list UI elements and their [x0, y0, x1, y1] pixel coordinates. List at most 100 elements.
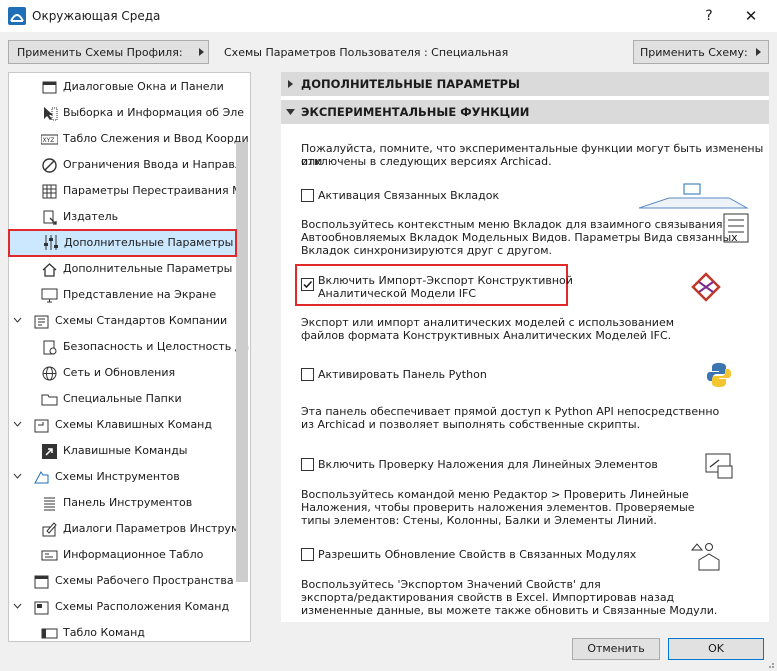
rebuild-grid-icon — [42, 184, 57, 199]
python-panel-desc-2: из Archicad и позволяет выполнять собств… — [301, 418, 641, 431]
ifc-analytical-label-2: Аналитической Модели IFC — [318, 287, 477, 300]
tool-schemes-icon — [34, 471, 49, 484]
ifc-structural-icon — [691, 272, 721, 302]
section-header-more-options[interactable]: ДОПОЛНИТЕЛЬНЫЕ ПАРАМЕТРЫ — [281, 72, 769, 96]
ok-button[interactable]: OK — [668, 638, 764, 660]
overlap-check-label: Включить Проверку Наложения для Линейных… — [318, 458, 658, 471]
tree-item-label: Панель Инструментов — [63, 496, 193, 509]
company-schemes-icon — [34, 315, 49, 329]
resize-grip-icon[interactable] — [766, 660, 775, 669]
security-document-icon — [43, 340, 57, 355]
house-options-icon — [42, 263, 57, 277]
property-update-desc-1: Воспользуйтесь 'Экспортом Значений Свойс… — [301, 578, 601, 591]
python-panel-checkbox[interactable] — [301, 368, 314, 381]
ifc-analytical-checkbox[interactable] — [301, 278, 314, 291]
overlap-check-desc-3: типы элементов: Стены, Колонны, Балки и … — [301, 514, 657, 527]
tree-scrollbar-thumb[interactable] — [236, 142, 248, 582]
monitor-icon — [41, 288, 58, 303]
dialog-window-icon — [42, 81, 57, 94]
keyboard-schemes-icon — [34, 419, 49, 433]
tree-item-label: Табло Команд — [63, 626, 145, 639]
property-update-checkbox[interactable] — [301, 548, 314, 561]
ifc-analytical-desc-2: файлов формата Конструктивных Аналитичес… — [301, 329, 672, 342]
linked-tabs-desc-2: Автообновляемых Вкладок Модельных Видов.… — [301, 231, 738, 244]
settings-content-pane: ДОПОЛНИТЕЛЬНЫЕ ПАРАМЕТРЫ ЭКСПЕРИМЕНТАЛЬН… — [281, 72, 769, 622]
tree-item-label: Схемы Рабочего Пространства — [55, 574, 234, 587]
settings-tree[interactable]: Диалоговые Окна и Панели Выборка и Инфор… — [8, 72, 251, 642]
tree-item-label: Схемы Инструментов — [55, 470, 180, 483]
tree-item-more-options-selected[interactable]: Дополнительные Параметры — [8, 229, 237, 257]
tree-item-label: Специальные Папки — [63, 392, 182, 405]
apply-profile-label: Применить Схемы Профиля: — [17, 46, 183, 59]
toolbox-panel-icon — [44, 497, 55, 511]
overlap-check-checkbox[interactable] — [301, 458, 314, 471]
tree-item-label: Информационное Табло — [63, 548, 204, 561]
section-title: ДОПОЛНИТЕЛЬНЫЕ ПАРАМЕТРЫ — [301, 77, 520, 91]
tree-item-label: Дополнительные Параметры О — [63, 262, 245, 275]
cancel-button[interactable]: Отменить — [572, 638, 660, 660]
command-table-icon — [41, 628, 58, 639]
tree-item-label: Безопасность и Целостность да — [63, 340, 250, 353]
linked-tabs-checkbox[interactable] — [301, 189, 314, 202]
globe-icon — [42, 366, 57, 381]
xyz-tracker-icon: XYZ — [41, 134, 58, 145]
command-layout-icon — [34, 601, 49, 615]
python-logo-icon — [707, 363, 731, 387]
tree-item-label: Клавишные Команды — [63, 444, 188, 457]
checkmark-icon — [303, 280, 313, 289]
apply-profile-schemes-button[interactable]: Применить Схемы Профиля: — [8, 40, 209, 64]
ifc-analytical-desc-1: Экспорт или импорт аналитических моделей… — [301, 316, 675, 329]
sliders-icon — [44, 235, 58, 250]
property-update-label: Разрешить Обновление Свойств в Связанных… — [318, 548, 637, 561]
tree-item-label: Сеть и Обновления — [63, 366, 176, 379]
tool-settings-icon — [42, 522, 57, 537]
section-title: ЭКСПЕРИМЕНТАЛЬНЫЕ ФУНКЦИИ — [301, 105, 530, 119]
section-header-experimental[interactable]: ЭКСПЕРИМЕНТАЛЬНЫЕ ФУНКЦИИ — [281, 100, 769, 124]
overlap-check-desc-1: Воспользуйтесь командой меню Редактор > … — [301, 488, 689, 501]
chevron-right-icon — [288, 80, 293, 88]
overlap-check-icon — [705, 453, 733, 479]
tree-item-label: Схемы Расположения Команд — [55, 600, 230, 613]
workspace-schemes-icon — [34, 575, 49, 589]
chevron-right-icon — [199, 48, 204, 56]
tree-item-label: Представление на Экране — [63, 288, 217, 301]
tree-item-label: Схемы Стандартов Компании — [55, 314, 228, 327]
tree-item-label: Диалоговые Окна и Панели — [63, 80, 224, 93]
python-panel-desc-1: Эта панель обеспечивает прямой доступ к … — [301, 405, 720, 418]
chevron-down-icon — [286, 109, 295, 115]
apply-scheme-button[interactable]: Применить Схему: — [633, 40, 769, 64]
linked-tabs-label: Активация Связанных Вкладок — [318, 189, 500, 202]
python-panel-label: Активировать Панель Python — [318, 368, 487, 381]
tree-item-label: Табло Слежения и Ввод Коорди — [63, 132, 249, 145]
property-modules-icon — [690, 543, 720, 571]
folder-icon — [41, 394, 58, 406]
info-box-icon — [41, 550, 58, 561]
chevron-down-icon[interactable] — [13, 420, 22, 429]
apply-scheme-label: Применить Схему: — [640, 46, 748, 59]
tree-item-label: Выборка и Информация об Эле — [63, 106, 245, 119]
tree-item-label: Диалоги Параметров Инструме — [63, 522, 247, 535]
user-scheme-label: Схемы Параметров Пользователя : Специаль… — [224, 46, 509, 59]
ifc-analytical-label-1: Включить Импорт-Экспорт Конструктивной — [318, 274, 573, 287]
svg-text:XYZ: XYZ — [43, 137, 55, 144]
tree-item-label: Ограничения Ввода и Направля — [63, 158, 249, 171]
chevron-down-icon[interactable] — [13, 602, 22, 611]
intro-line-2: отключены в следующих версиях Archicad. — [301, 155, 552, 168]
window-title: Окружающая Среда — [32, 9, 161, 23]
linked-tabs-desc-3: Вкладок синхронизируются друг с другом. — [301, 244, 553, 257]
tree-item-label: Издатель — [63, 210, 119, 223]
tree-item-label: Схемы Клавишных Команд — [55, 418, 212, 431]
shortcut-arrow-icon — [42, 444, 57, 459]
help-button[interactable]: ? — [695, 5, 723, 27]
property-update-desc-3: измененные данные, вы можете также обнов… — [301, 604, 718, 617]
tree-item-label: Параметры Перестраивания Мо — [63, 184, 249, 197]
property-update-desc-2: экспорта/редактирования свойств в Excel.… — [301, 591, 675, 604]
selection-cursor-icon — [44, 107, 58, 121]
close-button[interactable]: ✕ — [737, 5, 765, 27]
chevron-down-icon[interactable] — [13, 316, 22, 325]
chevron-right-icon — [756, 48, 761, 56]
chevron-down-icon[interactable] — [13, 472, 22, 481]
linked-tabs-desc-1: Воспользуйтесь контекстным меню Вкладок … — [301, 218, 723, 231]
constraint-circle-icon — [42, 158, 57, 173]
publisher-icon — [43, 210, 57, 225]
